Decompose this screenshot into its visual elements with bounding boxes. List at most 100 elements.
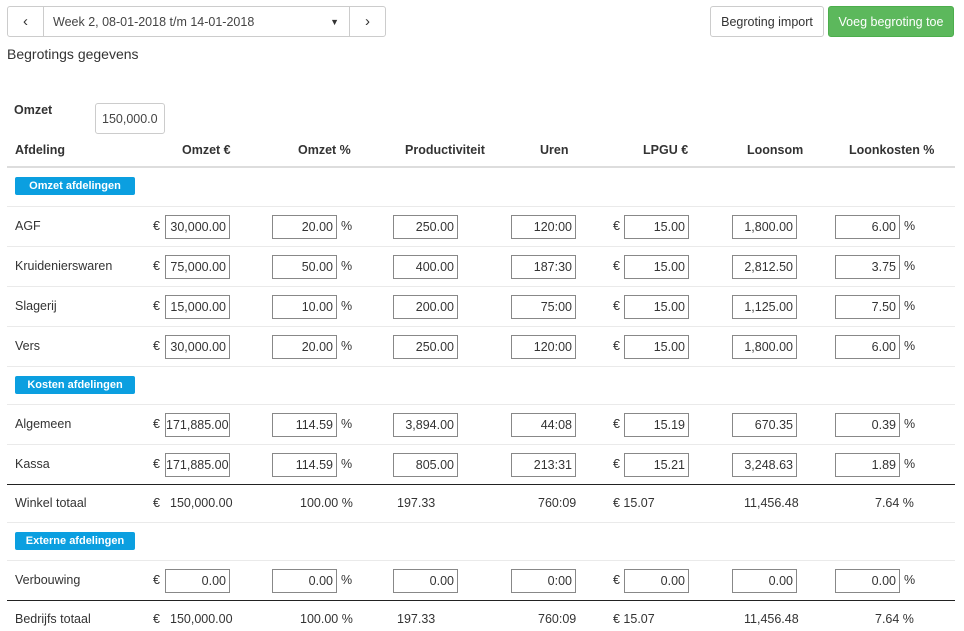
lpgu-input[interactable]: 15.00: [624, 295, 689, 319]
uren-input[interactable]: 75:00: [511, 295, 576, 319]
lpgu-input[interactable]: 0.00: [624, 569, 689, 593]
omzet-pct-input[interactable]: 0.00: [272, 569, 337, 593]
uren-input[interactable]: 187:30: [511, 255, 576, 279]
loonsom-input[interactable]: 1,800.00: [732, 335, 797, 359]
productiviteit-input[interactable]: 200.00: [393, 295, 458, 319]
lpgu-input[interactable]: 15.00: [624, 335, 689, 359]
previous-week-button[interactable]: ‹: [7, 6, 44, 37]
uren-input[interactable]: 0:00: [511, 569, 576, 593]
col-loonsom: Loonsom: [747, 143, 804, 157]
loonsom-input[interactable]: 670.35: [732, 413, 797, 437]
percent-symbol: %: [341, 219, 353, 233]
total-loonkosten-pct: 7.64 %: [875, 612, 914, 626]
table-row: Kruidenierswaren €75,000.00% 50.00 400.00 18…: [7, 246, 955, 286]
uren-input[interactable]: 120:00: [511, 215, 576, 239]
euro-symbol: €: [153, 299, 160, 313]
omzet-pct-input[interactable]: 10.00: [272, 295, 337, 319]
loonsom-input[interactable]: 3,248.63: [732, 453, 797, 477]
euro-symbol: €: [613, 417, 620, 431]
productiviteit-input[interactable]: 250.00: [393, 335, 458, 359]
euro-symbol: €: [613, 339, 620, 353]
omzet-input[interactable]: 30,000.00: [165, 215, 230, 239]
euro-symbol: €: [153, 259, 160, 273]
percent-symbol: %: [341, 457, 353, 471]
col-omzet-pct: Omzet %: [298, 143, 351, 157]
percent-symbol: %: [341, 299, 353, 313]
col-loonkosten-pct: Loonkosten %: [849, 143, 935, 157]
week-select[interactable]: Week 2, 08-01-2018 t/m 14-01-2018 ▼: [44, 6, 349, 37]
loonkosten-pct-input[interactable]: 7.50: [835, 295, 900, 319]
lpgu-input[interactable]: 15.00: [624, 215, 689, 239]
omzet-pct-input[interactable]: 114.59: [272, 453, 337, 477]
caret-down-icon: ▼: [330, 16, 339, 27]
lpgu-input[interactable]: 15.19: [624, 413, 689, 437]
department-name: AGF: [15, 219, 41, 233]
loonkosten-pct-input[interactable]: 0.00: [835, 569, 900, 593]
loonkosten-pct-input[interactable]: 3.75: [835, 255, 900, 279]
section-badge: Omzet afdelingen: [15, 177, 135, 195]
loonkosten-pct-input[interactable]: 6.00: [835, 215, 900, 239]
table-row: Vers €30,000.00% 20.00 250.00 120:00 €15.00 1,…: [7, 326, 955, 366]
uren-input[interactable]: 213:31: [511, 453, 576, 477]
euro-symbol: €: [613, 573, 620, 587]
col-productiviteit: Productiviteit: [405, 143, 485, 157]
productiviteit-input[interactable]: 3,894.00: [393, 413, 458, 437]
total-lpgu: € 15.07: [613, 496, 655, 510]
omzet-total-input[interactable]: [95, 103, 165, 134]
uren-input[interactable]: 120:00: [511, 335, 576, 359]
table-row: Slagerij €15,000.00% 10.00 200.00 75:00 €15.0…: [7, 286, 955, 326]
table-header: Afdeling Omzet € Omzet % Productiviteit …: [7, 133, 955, 168]
total-productiviteit: 197.33: [397, 496, 436, 510]
omzet-pct-input[interactable]: 20.00: [272, 215, 337, 239]
omzet-input[interactable]: 171,885.00: [165, 413, 230, 437]
department-name: Vers: [15, 339, 41, 353]
page-title: Begrotings gegevens: [7, 46, 139, 62]
loonsom-input[interactable]: 1,800.00: [732, 215, 797, 239]
next-week-button[interactable]: ›: [349, 6, 386, 37]
omzet-input[interactable]: 30,000.00: [165, 335, 230, 359]
omzet-pct-input[interactable]: 50.00: [272, 255, 337, 279]
percent-symbol: %: [904, 339, 916, 353]
euro-symbol: €: [153, 339, 160, 353]
omzet-pct-input[interactable]: 114.59: [272, 413, 337, 437]
add-budget-button[interactable]: Voeg begroting toe: [828, 6, 954, 37]
percent-symbol: %: [341, 417, 353, 431]
loonkosten-pct-input[interactable]: 6.00: [835, 335, 900, 359]
productiviteit-input[interactable]: 805.00: [393, 453, 458, 477]
col-uren: Uren: [540, 143, 569, 157]
percent-symbol: %: [904, 299, 916, 313]
euro-symbol: €: [613, 457, 620, 471]
section-kosten: Kosten afdelingen: [7, 366, 955, 404]
omzet-input[interactable]: 15,000.00: [165, 295, 230, 319]
section-omzet: Omzet afdelingen: [7, 168, 955, 206]
productiviteit-input[interactable]: 0.00: [393, 569, 458, 593]
loonkosten-pct-input[interactable]: 1.89: [835, 453, 900, 477]
total-loonkosten-pct: 7.64 %: [875, 496, 914, 510]
productiviteit-input[interactable]: 400.00: [393, 255, 458, 279]
loonsom-input[interactable]: 1,125.00: [732, 295, 797, 319]
percent-symbol: %: [341, 573, 353, 587]
uren-input[interactable]: 44:08: [511, 413, 576, 437]
loonkosten-pct-input[interactable]: 0.39: [835, 413, 900, 437]
department-name: Verbouwing: [15, 573, 81, 587]
lpgu-input[interactable]: 15.00: [624, 255, 689, 279]
loonsom-input[interactable]: 2,812.50: [732, 255, 797, 279]
lpgu-input[interactable]: 15.21: [624, 453, 689, 477]
total-omzet: 150,000.00: [170, 612, 233, 626]
productiviteit-input[interactable]: 250.00: [393, 215, 458, 239]
loonsom-input[interactable]: 0.00: [732, 569, 797, 593]
euro-symbol: €: [153, 612, 160, 626]
table-row: Verbouwing €0.00% 0.00 0.00 0:00 €0.00 0.00% 0.…: [7, 560, 955, 600]
omzet-input[interactable]: 75,000.00: [165, 255, 230, 279]
winkel-totaal-row: Winkel totaal € 150,000.00 100.00 % 197.…: [7, 484, 955, 522]
percent-symbol: %: [904, 259, 916, 273]
col-omzet-eur: Omzet €: [182, 143, 231, 157]
omzet-pct-input[interactable]: 20.00: [272, 335, 337, 359]
section-badge: Externe afdelingen: [15, 532, 135, 550]
euro-symbol: €: [153, 219, 160, 233]
omzet-input[interactable]: 171,885.00: [165, 453, 230, 477]
budget-import-button[interactable]: Begroting import: [710, 6, 824, 37]
chevron-right-icon: ›: [365, 13, 370, 30]
total-loonsom: 11,456.48: [744, 496, 799, 510]
omzet-input[interactable]: 0.00: [165, 569, 230, 593]
